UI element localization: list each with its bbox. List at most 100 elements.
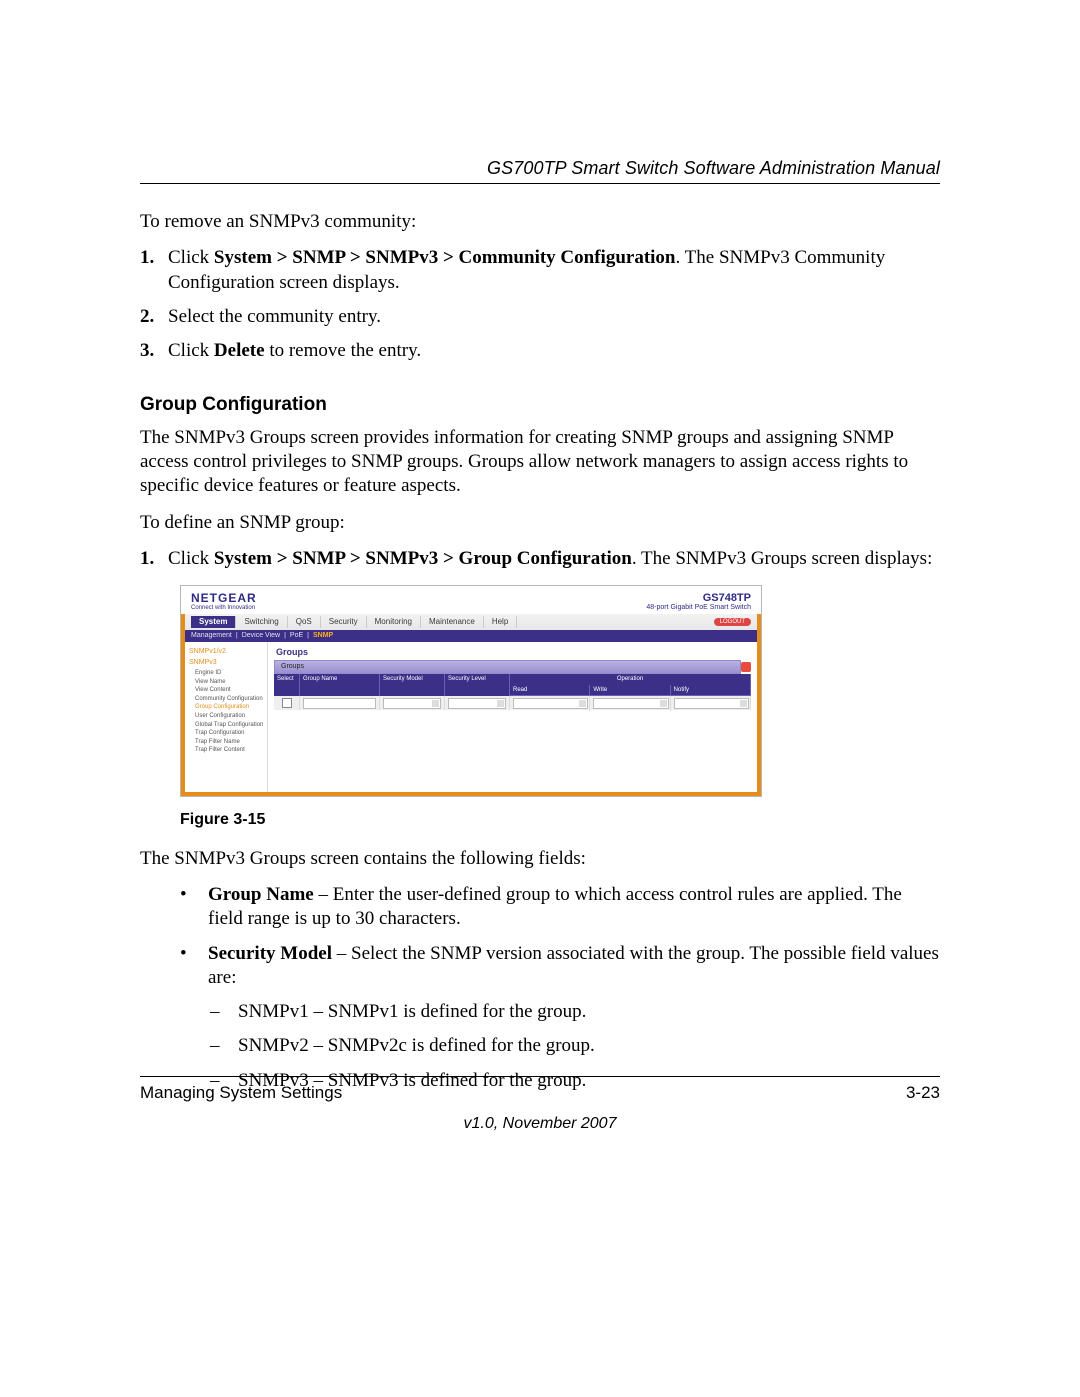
subtab-snmp[interactable]: SNMP bbox=[313, 632, 333, 640]
col-operation: Operation Read Write Notify bbox=[510, 674, 751, 696]
write-select[interactable] bbox=[593, 698, 668, 709]
switch-ui-screenshot: NETGEAR Connect with Innovation GS748TP … bbox=[180, 585, 762, 796]
sidebar-item-trap-filter-name[interactable]: Trap Filter Name bbox=[185, 738, 267, 747]
tab-security[interactable]: Security bbox=[321, 616, 367, 629]
remove-steps: 1. Click System > SNMP > SNMPv3 > Commun… bbox=[140, 246, 940, 363]
list-item: – SNMPv2 – SNMPv2c is defined for the gr… bbox=[210, 1034, 940, 1058]
group-name-input[interactable] bbox=[303, 698, 376, 709]
tab-maintenance[interactable]: Maintenance bbox=[421, 616, 484, 629]
step-body: Click System > SNMP > SNMPv3 > Group Con… bbox=[168, 547, 940, 571]
sidebar-item-group-config[interactable]: Group Configuration bbox=[185, 703, 267, 712]
step-body: Click System > SNMP > SNMPv3 > Community… bbox=[168, 246, 940, 295]
section-title: Group Configuration bbox=[140, 394, 940, 416]
list-item: 3. Click Delete to remove the entry. bbox=[140, 339, 940, 363]
page-content: GS700TP Smart Switch Software Administra… bbox=[140, 158, 940, 1103]
subtab-poe[interactable]: PoE bbox=[290, 632, 303, 640]
delete-label: Delete bbox=[214, 340, 265, 361]
figure-3-15: NETGEAR Connect with Innovation GS748TP … bbox=[180, 585, 940, 828]
step-text-pre: Click bbox=[168, 340, 214, 361]
subtab-device-view[interactable]: Device View bbox=[242, 632, 280, 640]
notify-select[interactable] bbox=[674, 698, 749, 709]
col-read: Read bbox=[510, 685, 590, 696]
value-text: SNMPv2 – SNMPv2c is defined for the grou… bbox=[238, 1034, 940, 1058]
step-text-pre: Select the community entry. bbox=[168, 306, 381, 327]
logout-button[interactable]: LOGOUT bbox=[714, 618, 751, 627]
sidebar: SNMPv1/v2 SNMPv3 Engine ID View Name Vie… bbox=[185, 642, 268, 792]
col-security-model: Security Model bbox=[380, 674, 445, 696]
fields-intro: The SNMPv3 Groups screen contains the fo… bbox=[140, 847, 940, 871]
running-head: GS700TP Smart Switch Software Administra… bbox=[140, 158, 940, 179]
sidebar-item-user-config[interactable]: User Configuration bbox=[185, 712, 267, 721]
dash-icon: – bbox=[210, 1000, 238, 1024]
step-body: Click Delete to remove the entry. bbox=[168, 339, 940, 363]
field-name: Security Model bbox=[208, 943, 332, 964]
model-desc: 48-port Gigabit PoE Smart Switch bbox=[646, 604, 751, 611]
sub-tabs: Management | Device View | PoE | SNMP bbox=[185, 630, 757, 642]
model-code: GS748TP bbox=[646, 592, 751, 604]
tab-monitoring[interactable]: Monitoring bbox=[367, 616, 421, 629]
panel-action-icon[interactable] bbox=[741, 662, 751, 672]
model-info: GS748TP 48-port Gigabit PoE Smart Switch bbox=[646, 592, 751, 612]
subtab-management[interactable]: Management bbox=[191, 632, 232, 640]
table-header: Select Group Name Security Model Securit… bbox=[274, 674, 751, 696]
security-level-select[interactable] bbox=[448, 698, 506, 709]
footer-page-number: 3-23 bbox=[906, 1083, 940, 1103]
tab-help[interactable]: Help bbox=[484, 616, 517, 629]
brand-logo: NETGEAR bbox=[191, 592, 257, 605]
step-number: 1. bbox=[140, 246, 168, 295]
sidebar-item-engine-id[interactable]: Engine ID bbox=[185, 669, 267, 678]
col-operation-label: Operation bbox=[510, 674, 750, 685]
figure-caption: Figure 3-15 bbox=[180, 811, 940, 829]
sidebar-item-trap-config[interactable]: Trap Configuration bbox=[185, 729, 267, 738]
tab-qos[interactable]: QoS bbox=[288, 616, 321, 629]
sidebar-item-view-content[interactable]: View Content bbox=[185, 686, 267, 695]
brand-tagline: Connect with Innovation bbox=[191, 605, 257, 612]
dash-icon: – bbox=[210, 1034, 238, 1058]
col-select: Select bbox=[274, 674, 300, 696]
security-model-select[interactable] bbox=[383, 698, 441, 709]
sidebar-item-trap-filter-content[interactable]: Trap Filter Content bbox=[185, 746, 267, 755]
bullet-icon: • bbox=[180, 942, 208, 991]
bullet-icon: • bbox=[180, 883, 208, 932]
panel-title: Groups bbox=[276, 648, 751, 658]
menu-path: System > SNMP > SNMPv3 > Community Confi… bbox=[214, 247, 676, 268]
header-rule bbox=[140, 183, 940, 184]
sidebar-item-global-trap-config[interactable]: Global Trap Configuration bbox=[185, 721, 267, 730]
footer-version: v1.0, November 2007 bbox=[140, 1115, 940, 1133]
step-body: Select the community entry. bbox=[168, 305, 940, 329]
sidebar-section-snmpv1v2[interactable]: SNMPv1/v2 bbox=[185, 646, 267, 658]
list-item: – SNMPv1 – SNMPv1 is defined for the gro… bbox=[210, 1000, 940, 1024]
col-write: Write bbox=[590, 685, 670, 696]
list-item: 2. Select the community entry. bbox=[140, 305, 940, 329]
row-select-checkbox[interactable] bbox=[282, 698, 292, 708]
step-text-post: to remove the entry. bbox=[265, 340, 422, 361]
footer-rule bbox=[140, 1076, 940, 1077]
step-text-post: . The SNMPv3 Groups screen displays: bbox=[632, 548, 932, 569]
tab-switching[interactable]: Switching bbox=[236, 616, 287, 629]
field-desc: Security Model – Select the SNMP version… bbox=[208, 942, 940, 991]
menu-path: System > SNMP > SNMPv3 > Group Configura… bbox=[214, 548, 632, 569]
define-intro: To define an SNMP group: bbox=[140, 511, 940, 535]
sidebar-item-community-config[interactable]: Community Configuration bbox=[185, 695, 267, 704]
table-row bbox=[274, 696, 751, 710]
tab-system[interactable]: System bbox=[191, 616, 236, 629]
remove-intro: To remove an SNMPv3 community: bbox=[140, 210, 940, 234]
main-tabs: System Switching QoS Security Monitoring… bbox=[185, 614, 757, 630]
list-item: 1. Click System > SNMP > SNMPv3 > Commun… bbox=[140, 246, 940, 295]
ui-header: NETGEAR Connect with Innovation GS748TP … bbox=[181, 586, 761, 614]
step-text-pre: Click bbox=[168, 548, 214, 569]
value-text: SNMPv1 – SNMPv1 is defined for the group… bbox=[238, 1000, 940, 1024]
read-select[interactable] bbox=[513, 698, 588, 709]
footer-section: Managing System Settings bbox=[140, 1083, 342, 1103]
step-text-pre: Click bbox=[168, 247, 214, 268]
list-item: 1. Click System > SNMP > SNMPv3 > Group … bbox=[140, 547, 940, 571]
step-number: 1. bbox=[140, 547, 168, 571]
list-item: • Group Name – Enter the user-defined gr… bbox=[180, 883, 940, 932]
panel-subheading: Groups bbox=[274, 660, 741, 674]
col-notify: Notify bbox=[671, 685, 750, 696]
col-group-name: Group Name bbox=[300, 674, 380, 696]
step-number: 3. bbox=[140, 339, 168, 363]
sidebar-item-view-name[interactable]: View Name bbox=[185, 678, 267, 687]
main-panel: Groups Groups Select Group Name Security… bbox=[268, 642, 757, 792]
sidebar-section-snmpv3[interactable]: SNMPv3 bbox=[185, 657, 267, 669]
